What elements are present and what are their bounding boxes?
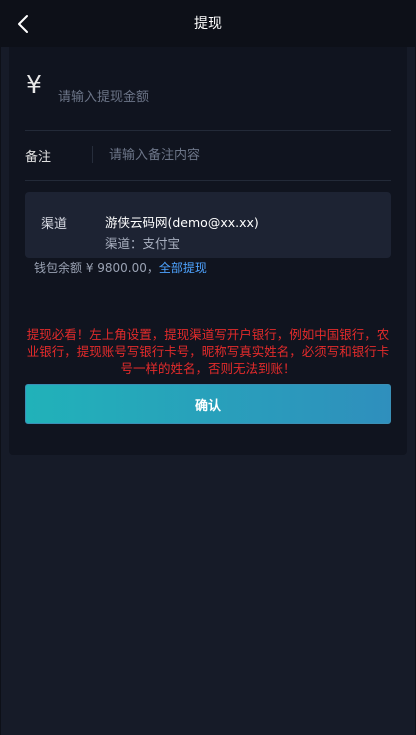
remark-input[interactable] xyxy=(105,144,389,166)
remark-label: 备注 xyxy=(25,150,52,165)
channel-account-name: 游侠云码网(demo@xx.xx) xyxy=(105,215,259,230)
page-title: 提现 xyxy=(194,16,222,32)
wallet-balance-text: 钱包余额 ¥ 9800.00， xyxy=(34,261,159,275)
vertical-divider xyxy=(92,146,93,163)
confirm-button[interactable]: 确认 xyxy=(25,384,391,424)
divider xyxy=(25,180,391,181)
amount-input[interactable] xyxy=(54,84,388,110)
withdraw-notice: 提现必看！左上角设置，提现渠道写开户银行，例如中国银行，农业银行，提现账号写银行… xyxy=(26,327,390,376)
left-edge xyxy=(0,47,1,735)
channel-method: 渠道：支付宝 xyxy=(105,236,181,251)
wallet-balance: 钱包余额 ¥ 9800.00，全部提现 xyxy=(34,259,207,276)
channel-label: 渠道 xyxy=(41,217,68,232)
currency-symbol: ¥ xyxy=(26,70,42,99)
divider xyxy=(25,130,391,131)
channel-selector[interactable]: 渠道 游侠云码网(demo@xx.xx) 渠道：支付宝 xyxy=(25,192,391,258)
withdraw-all-link[interactable]: 全部提现 xyxy=(159,261,207,275)
header-bar: 提现 xyxy=(0,0,416,47)
